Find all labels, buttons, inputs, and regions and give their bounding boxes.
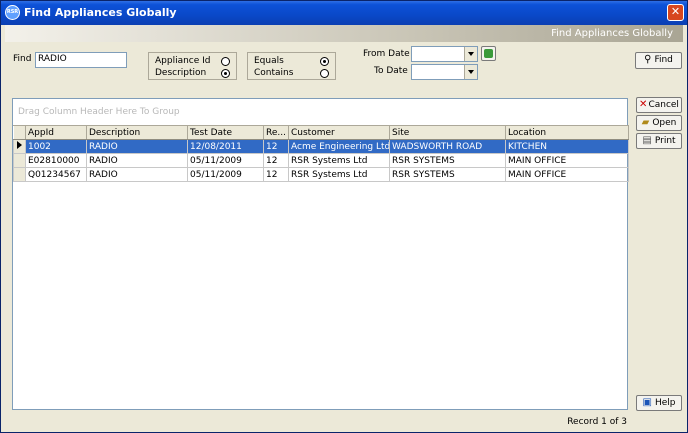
table-row[interactable]: 1002 RADIO 12/08/2011 12 Acme Engineerin… <box>13 139 629 154</box>
appliance-id-radio[interactable] <box>221 57 230 66</box>
results-table: AppId Description Test Date Re... Custom… <box>13 125 629 182</box>
column-header-test-date[interactable]: Test Date <box>187 125 264 140</box>
cell-customer[interactable]: RSR Systems Ltd <box>288 153 390 168</box>
find-appliances-window: RSR Find Appliances Globally ✕ Find Appl… <box>0 0 688 433</box>
title-bar[interactable]: RSR Find Appliances Globally ✕ <box>1 1 687 25</box>
cell-retest[interactable]: 12 <box>263 153 289 168</box>
cell-test-date[interactable]: 05/11/2009 <box>187 167 264 182</box>
results-grid[interactable]: Drag Column Header Here To Group AppId D… <box>12 98 629 410</box>
cell-customer[interactable]: Acme Engineering Ltd <box>288 139 390 154</box>
description-label: Description <box>155 68 207 78</box>
cell-location[interactable]: MAIN OFFICE <box>505 167 629 182</box>
from-date-label: From Date <box>363 49 410 59</box>
equals-label: Equals <box>254 56 284 66</box>
cell-site[interactable]: RSR SYSTEMS <box>389 153 506 168</box>
cell-location[interactable]: MAIN OFFICE <box>505 153 629 168</box>
find-label: Find <box>13 54 32 64</box>
column-header-retest[interactable]: Re... <box>263 125 289 140</box>
cell-customer[interactable]: RSR Systems Ltd <box>288 167 390 182</box>
from-date-picker[interactable] <box>411 46 478 62</box>
folder-open-icon: ▰ <box>641 117 650 128</box>
column-header-site[interactable]: Site <box>389 125 506 140</box>
cell-appid[interactable]: Q01234567 <box>25 167 87 182</box>
field-option-group: Appliance Id Description <box>148 52 237 80</box>
chevron-down-icon[interactable] <box>464 65 477 79</box>
cell-description[interactable]: RADIO <box>86 139 188 154</box>
match-option-group: Equals Contains <box>247 52 336 80</box>
cell-test-date[interactable]: 05/11/2009 <box>187 153 264 168</box>
row-indicator <box>13 139 26 154</box>
chevron-down-icon[interactable] <box>464 47 477 61</box>
column-header-customer[interactable]: Customer <box>288 125 390 140</box>
help-button-label: Help <box>654 398 676 408</box>
cell-description[interactable]: RADIO <box>86 153 188 168</box>
header-row: AppId Description Test Date Re... Custom… <box>13 125 629 140</box>
printer-icon: ▤ <box>642 135 652 146</box>
find-button-label: Find <box>654 55 673 65</box>
table-row[interactable]: E02810000 RADIO 05/11/2009 12 RSR System… <box>13 153 629 168</box>
appliance-id-label: Appliance Id <box>155 56 211 66</box>
to-date-picker[interactable] <box>411 64 478 80</box>
row-indicator <box>13 153 26 168</box>
to-date-label: To Date <box>374 66 408 76</box>
cell-site[interactable]: WADSWORTH ROAD <box>389 139 506 154</box>
cell-test-date[interactable]: 12/08/2011 <box>187 139 264 154</box>
print-button-label: Print <box>654 136 676 146</box>
header-banner: Find Appliances Globally <box>5 25 683 42</box>
cell-retest[interactable]: 12 <box>263 167 289 182</box>
cell-description[interactable]: RADIO <box>86 167 188 182</box>
contains-radio[interactable] <box>320 69 329 78</box>
current-row-arrow-icon <box>17 141 22 149</box>
cell-location[interactable]: KITCHEN <box>505 139 629 154</box>
cell-appid[interactable]: E02810000 <box>25 153 87 168</box>
cancel-icon: ✕ <box>639 99 648 110</box>
contains-label: Contains <box>254 68 294 78</box>
cell-site[interactable]: RSR SYSTEMS <box>389 167 506 182</box>
help-button[interactable]: ▣ Help <box>636 395 682 411</box>
record-count-status: Record 1 of 3 <box>567 417 627 427</box>
column-header-appid[interactable]: AppId <box>25 125 87 140</box>
find-button[interactable]: ⚲ Find <box>635 52 682 69</box>
cell-appid[interactable]: 1002 <box>25 139 87 154</box>
window-title: Find Appliances Globally <box>24 6 177 19</box>
clear-dates-button[interactable] <box>481 46 496 61</box>
print-button[interactable]: ▤ Print <box>636 133 682 149</box>
close-icon[interactable]: ✕ <box>667 4 684 21</box>
equals-radio[interactable] <box>320 57 329 66</box>
table-row[interactable]: Q01234567 RADIO 05/11/2009 12 RSR System… <box>13 167 629 182</box>
banner-text: Find Appliances Globally <box>551 28 673 39</box>
help-book-icon: ▣ <box>642 397 652 408</box>
description-radio[interactable] <box>221 69 230 78</box>
find-input[interactable]: RADIO <box>35 52 127 68</box>
column-header-description[interactable]: Description <box>86 125 188 140</box>
row-indicator-header <box>13 125 26 140</box>
open-button-label: Open <box>652 118 677 128</box>
column-header-location[interactable]: Location <box>505 125 629 140</box>
calendar-clear-icon <box>484 49 493 58</box>
row-indicator <box>13 167 26 182</box>
cancel-button-label: Cancel <box>648 100 679 110</box>
cell-retest[interactable]: 12 <box>263 139 289 154</box>
binoculars-icon: ⚲ <box>644 54 652 65</box>
group-by-area[interactable]: Drag Column Header Here To Group <box>18 107 180 117</box>
app-icon: RSR <box>5 5 20 20</box>
open-button[interactable]: ▰ Open <box>636 115 682 131</box>
cancel-button[interactable]: ✕Cancel <box>636 97 682 113</box>
